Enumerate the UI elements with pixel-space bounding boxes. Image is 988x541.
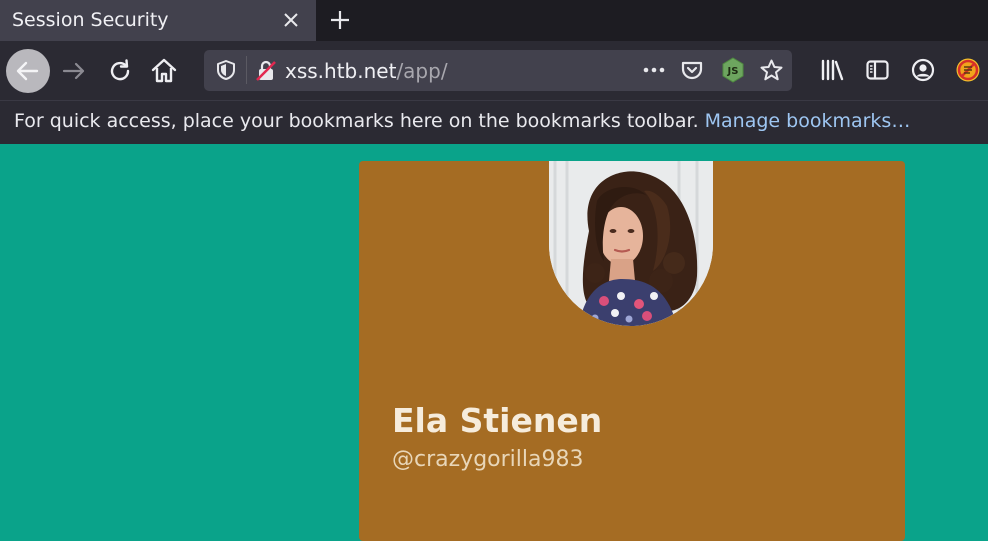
url-path: /app/ bbox=[396, 59, 448, 83]
page-content: Ela Stienen @crazygorilla983 bbox=[0, 144, 988, 541]
close-icon[interactable] bbox=[281, 10, 301, 30]
bookmarks-hint: For quick access, place your bookmarks h… bbox=[14, 110, 699, 132]
tab-session-security[interactable]: Session Security bbox=[0, 0, 316, 41]
bookmarks-message: For quick access, place your bookmarks h… bbox=[14, 110, 910, 132]
avatar-photo bbox=[549, 161, 713, 326]
home-icon[interactable] bbox=[149, 56, 179, 86]
extension-icon[interactable] bbox=[955, 57, 981, 83]
library-icon[interactable] bbox=[819, 58, 845, 82]
url-text[interactable]: xss.htb.net/app/ bbox=[285, 59, 448, 83]
back-button[interactable] bbox=[6, 49, 50, 93]
manage-bookmarks-link[interactable]: Manage bookmarks… bbox=[705, 110, 911, 132]
bookmarks-toolbar: For quick access, place your bookmarks h… bbox=[0, 100, 988, 144]
account-icon[interactable] bbox=[911, 58, 935, 82]
pocket-icon[interactable] bbox=[680, 58, 704, 82]
tab-title: Session Security bbox=[12, 9, 169, 31]
shield-icon[interactable] bbox=[215, 59, 237, 81]
arrow-left-icon bbox=[16, 61, 39, 81]
star-icon[interactable] bbox=[759, 58, 784, 83]
profile-card: Ela Stienen @crazygorilla983 bbox=[359, 161, 905, 541]
arrow-right-icon[interactable] bbox=[59, 56, 89, 86]
profile-handle: @crazygorilla983 bbox=[392, 447, 584, 472]
more-icon[interactable] bbox=[641, 62, 667, 78]
insecure-lock-icon[interactable] bbox=[254, 59, 278, 83]
navigation-toolbar: xss.htb.net/app/ JS bbox=[0, 41, 988, 100]
nodejs-icon[interactable]: JS bbox=[720, 56, 746, 84]
plus-icon[interactable] bbox=[328, 8, 352, 32]
reload-icon[interactable] bbox=[105, 56, 135, 86]
url-bar[interactable]: xss.htb.net/app/ JS bbox=[204, 50, 792, 91]
sidebar-icon[interactable] bbox=[865, 58, 890, 82]
avatar bbox=[549, 161, 713, 326]
url-host: xss.htb.net bbox=[285, 59, 397, 83]
url-separator bbox=[246, 56, 247, 84]
svg-text:JS: JS bbox=[727, 66, 739, 77]
tab-strip: Session Security bbox=[0, 0, 988, 41]
profile-name: Ela Stienen bbox=[392, 401, 603, 440]
browser-chrome: Session Security xss.htb.net/app/ JS For… bbox=[0, 0, 988, 144]
